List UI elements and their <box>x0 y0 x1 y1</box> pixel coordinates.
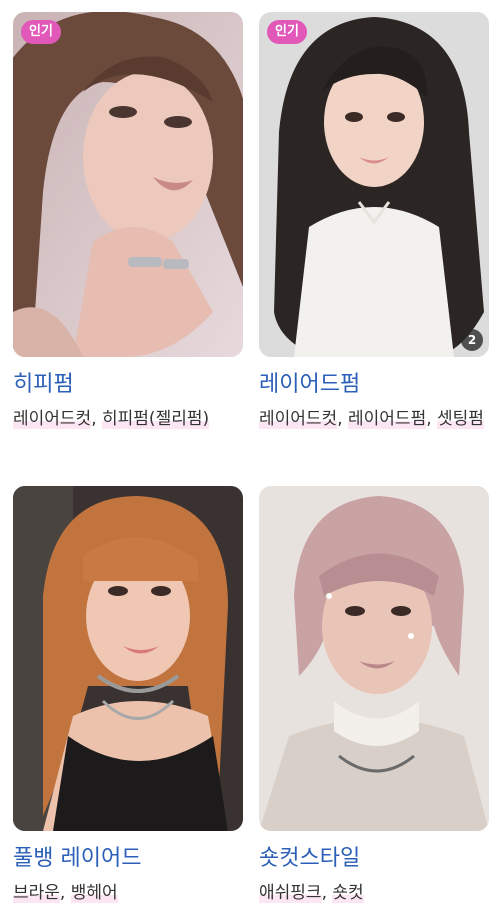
style-title[interactable]: 풀뱅 레이어드 <box>13 845 243 873</box>
style-tags: 애쉬핑크, 숏컷 <box>259 881 489 906</box>
style-card: 인기 히피펌 레이어드컷, 히피펌(젤리펌) <box>13 12 243 432</box>
popular-badge: 인기 <box>21 20 61 44</box>
style-title[interactable]: 숏컷스타일 <box>259 845 489 873</box>
style-thumbnail[interactable]: 인기 <box>13 12 243 357</box>
tag-link[interactable]: 히피펌(젤리펌) <box>102 409 210 429</box>
short-cut-photo <box>259 486 489 831</box>
tag-link[interactable]: 뱅헤어 <box>70 883 118 903</box>
image-count-badge: 2 <box>461 329 483 351</box>
popular-badge: 인기 <box>267 20 307 44</box>
style-title[interactable]: 히피펌 <box>13 371 243 399</box>
tag-separator: , <box>337 409 349 429</box>
tag-separator: , <box>91 409 103 429</box>
tag-link[interactable]: 레이어드컷 <box>259 409 338 429</box>
style-thumbnail[interactable] <box>13 486 243 831</box>
style-thumbnail[interactable] <box>259 486 489 831</box>
tag-link[interactable]: 숏컷 <box>332 883 364 903</box>
tag-separator: , <box>321 883 333 903</box>
style-card: 숏컷스타일 애쉬핑크, 숏컷 <box>259 486 489 906</box>
style-card: 인기 2 레이어드펌 레이어드컷, 레이어드펌, 셋팅펌 <box>259 12 489 432</box>
tag-link[interactable]: 브라운 <box>13 883 60 903</box>
style-tags: 브라운, 뱅헤어 <box>13 881 243 906</box>
hippie-perm-photo <box>13 12 243 357</box>
hairstyle-grid: 인기 히피펌 레이어드컷, 히피펌(젤리펌) 인기 2 레이어드펌 레이어드컷,… <box>0 0 502 907</box>
tag-link[interactable]: 레이어드펌 <box>348 409 427 429</box>
tag-link[interactable]: 레이어드컷 <box>13 409 92 429</box>
full-bang-layered-photo <box>13 486 243 831</box>
style-thumbnail[interactable]: 인기 2 <box>259 12 489 357</box>
tag-separator: , <box>59 883 71 903</box>
style-card: 풀뱅 레이어드 브라운, 뱅헤어 <box>13 486 243 906</box>
tag-separator: , <box>426 409 438 429</box>
tag-link[interactable]: 애쉬핑크 <box>259 883 322 903</box>
style-tags: 레이어드컷, 히피펌(젤리펌) <box>13 407 243 432</box>
style-tags: 레이어드컷, 레이어드펌, 셋팅펌 <box>259 407 489 432</box>
style-title[interactable]: 레이어드펌 <box>259 371 489 399</box>
layered-perm-photo <box>259 12 489 357</box>
tag-link[interactable]: 셋팅펌 <box>437 409 484 429</box>
